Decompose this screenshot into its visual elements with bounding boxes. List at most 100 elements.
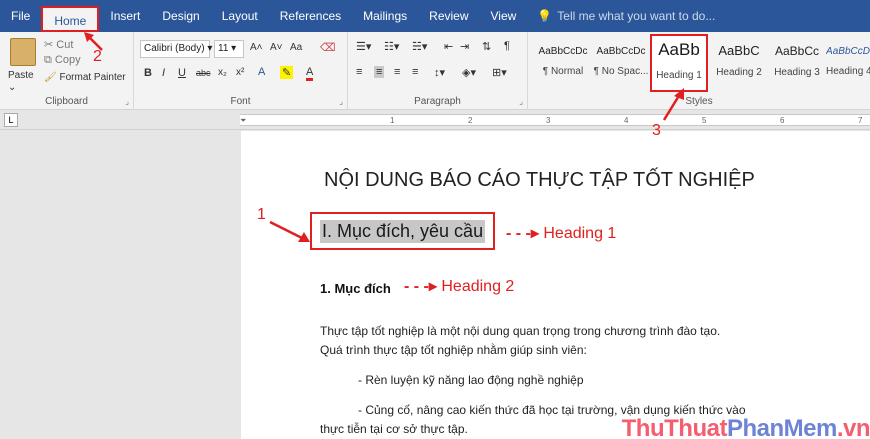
- step-3-arrow-icon: [662, 88, 684, 121]
- tab-layout[interactable]: Layout: [211, 0, 269, 32]
- clipboard-label: Clipboard: [45, 96, 88, 107]
- copy-icon: ⧉: [44, 54, 52, 66]
- cut-button[interactable]: ✂ Cut: [44, 38, 73, 51]
- horizontal-ruler[interactable]: ⏷ 1 2 3 4 5 6 7: [240, 114, 870, 126]
- style-normal[interactable]: AaBbCcDc ¶ Normal: [534, 36, 592, 88]
- ruler-tick: 5: [702, 116, 707, 125]
- font-color-icon[interactable]: A: [306, 66, 314, 81]
- tab-references[interactable]: References: [269, 0, 352, 32]
- step-1-arrow-icon: [269, 220, 310, 242]
- tab-view[interactable]: View: [480, 0, 528, 32]
- line-spacing-icon[interactable]: ↕▾: [434, 66, 445, 79]
- tab-file[interactable]: File: [0, 0, 41, 32]
- watermark-logo: ThuThuatPhanMem.vn: [621, 415, 870, 439]
- font-size-box[interactable]: 11 ▾: [214, 40, 244, 58]
- bullet-text[interactable]: - Rèn luyện kỹ năng lao động nghề nghiệp: [358, 373, 584, 387]
- menu-bar: File Home Insert Design Layout Reference…: [0, 0, 870, 32]
- paste-dropdown-icon[interactable]: ⌄: [8, 82, 16, 93]
- change-case-button[interactable]: Aa: [290, 42, 302, 53]
- style-heading-2[interactable]: AaBbC Heading 2: [710, 36, 768, 88]
- dashed-arrow-icon: - - -▸: [506, 225, 539, 242]
- lightbulb-icon: 💡: [537, 9, 553, 23]
- superscript-button[interactable]: x²: [236, 67, 244, 78]
- tab-insert[interactable]: Insert: [99, 0, 151, 32]
- numbering-icon[interactable]: ☷▾: [384, 40, 399, 53]
- tab-mailings[interactable]: Mailings: [352, 0, 418, 32]
- heading-2-text[interactable]: 1. Mục đích: [320, 281, 391, 296]
- font-group: Calibri (Body) ▾ 11 ▾ A˄ A˅ Aa ⌫ B I U a…: [134, 32, 348, 110]
- highlight-icon[interactable]: ✎: [280, 66, 294, 79]
- shrink-font-button[interactable]: A˅: [270, 42, 283, 53]
- heading-2-annotation: - - -▸ Heading 2: [404, 278, 515, 295]
- ruler-tick: 2: [468, 116, 473, 125]
- heading-1-text[interactable]: I. Mục đích, yêu cầu: [320, 219, 486, 243]
- tab-design[interactable]: Design: [151, 0, 210, 32]
- brush-icon: 🖌: [44, 72, 57, 83]
- decrease-indent-icon[interactable]: ⇤: [444, 40, 453, 53]
- ruler-tick: 7: [858, 116, 863, 125]
- paste-icon[interactable]: [10, 38, 36, 66]
- paragraph-text[interactable]: Thực tập tốt nghiệp là một nội dung quan…: [320, 324, 720, 338]
- ruler-tick: 3: [546, 116, 551, 125]
- scissors-icon: ✂: [44, 39, 54, 51]
- sort-icon[interactable]: ⇅: [482, 40, 491, 53]
- paste-button[interactable]: Paste: [8, 70, 34, 81]
- align-right-icon[interactable]: ≡: [394, 66, 400, 78]
- tab-selector-icon[interactable]: L: [4, 113, 18, 127]
- tell-me-box[interactable]: 💡 Tell me what you want to do...: [537, 9, 715, 23]
- style-heading-3[interactable]: AaBbCc Heading 3: [768, 36, 826, 88]
- strikethrough-button[interactable]: abc: [196, 68, 211, 78]
- multilevel-list-icon[interactable]: ☵▾: [412, 40, 427, 53]
- pilcrow-icon[interactable]: ¶: [504, 40, 510, 52]
- paragraph-group: ☰▾ ☷▾ ☵▾ ⇤ ⇥ ⇅ ¶ ≡ ≡ ≡ ≡ ↕▾ ◈▾ ⊞▾ Paragr…: [348, 32, 528, 110]
- ruler-tick: 6: [780, 116, 785, 125]
- ruler: L ⏷ 1 2 3 4 5 6 7: [0, 110, 870, 130]
- style-heading-1[interactable]: AaBb Heading 1: [650, 34, 708, 92]
- indent-marker-icon[interactable]: ⏷: [240, 116, 246, 126]
- ribbon: Paste ⌄ ✂ Cut ⧉ Copy 🖌 Format Painter Cl…: [0, 32, 870, 110]
- tell-me-text: Tell me what you want to do...: [557, 9, 716, 23]
- ruler-tick: 4: [624, 116, 629, 125]
- align-left-icon[interactable]: ≡: [356, 66, 362, 78]
- style-heading-4[interactable]: AaBbCcD Heading 4: [826, 36, 870, 88]
- copy-button[interactable]: ⧉ Copy: [44, 54, 81, 67]
- italic-button[interactable]: I: [162, 67, 165, 79]
- bullets-icon[interactable]: ☰▾: [356, 40, 371, 53]
- text-effects-icon[interactable]: A: [258, 66, 265, 78]
- clear-formatting-icon[interactable]: ⌫: [320, 41, 336, 54]
- step-1-label: 1: [257, 206, 266, 223]
- heading-1-highlight-box: I. Mục đích, yêu cầu: [310, 212, 496, 250]
- heading-1-annotation: - - -▸ Heading 1: [506, 225, 617, 242]
- grow-font-button[interactable]: A˄: [250, 42, 263, 53]
- shading-icon[interactable]: ◈▾: [462, 66, 476, 79]
- justify-icon[interactable]: ≡: [412, 66, 418, 78]
- font-launcher-icon[interactable]: ⌟: [339, 97, 343, 106]
- document-title[interactable]: NỘI DUNG BÁO CÁO THỰC TẬP TỐT NGHIỆP: [324, 169, 755, 192]
- borders-icon[interactable]: ⊞▾: [492, 66, 507, 79]
- word-window: File Home Insert Design Layout Reference…: [0, 0, 870, 439]
- paragraph-launcher-icon[interactable]: ⌟: [519, 97, 523, 106]
- format-painter-button[interactable]: 🖌 Format Painter: [44, 72, 126, 83]
- paragraph-text[interactable]: thực tiễn tại cơ sở thực tập.: [320, 422, 468, 436]
- clipboard-launcher-icon[interactable]: ⌟: [125, 97, 129, 106]
- dashed-arrow-icon: - - -▸: [404, 278, 437, 295]
- paragraph-text[interactable]: Quá trình thực tập tốt nghiệp nhằm giúp …: [320, 343, 587, 357]
- font-label: Font: [230, 96, 251, 107]
- ruler-tick: 1: [390, 116, 395, 125]
- document-page[interactable]: NỘI DUNG BÁO CÁO THỰC TẬP TỐT NGHIỆP I. …: [241, 131, 870, 439]
- subscript-button[interactable]: x₂: [218, 67, 227, 78]
- font-name-box[interactable]: Calibri (Body) ▾: [140, 40, 212, 58]
- bold-button[interactable]: B: [144, 67, 152, 79]
- clipboard-group: Paste ⌄ ✂ Cut ⧉ Copy 🖌 Format Painter Cl…: [0, 32, 134, 110]
- increase-indent-icon[interactable]: ⇥: [460, 40, 469, 53]
- tab-home[interactable]: Home: [41, 6, 100, 32]
- style-no-spacing[interactable]: AaBbCcDc ¶ No Spac...: [592, 36, 650, 88]
- underline-button[interactable]: U: [178, 67, 186, 79]
- paragraph-label: Paragraph: [414, 96, 461, 107]
- tab-review[interactable]: Review: [418, 0, 479, 32]
- styles-group: AaBbCcDc ¶ Normal AaBbCcDc ¶ No Spac... …: [528, 32, 870, 110]
- step-2-arrow-icon: [84, 32, 103, 51]
- styles-label: Styles: [685, 96, 713, 107]
- align-center-icon[interactable]: ≡: [374, 66, 385, 78]
- step-3-label: 3: [652, 122, 661, 139]
